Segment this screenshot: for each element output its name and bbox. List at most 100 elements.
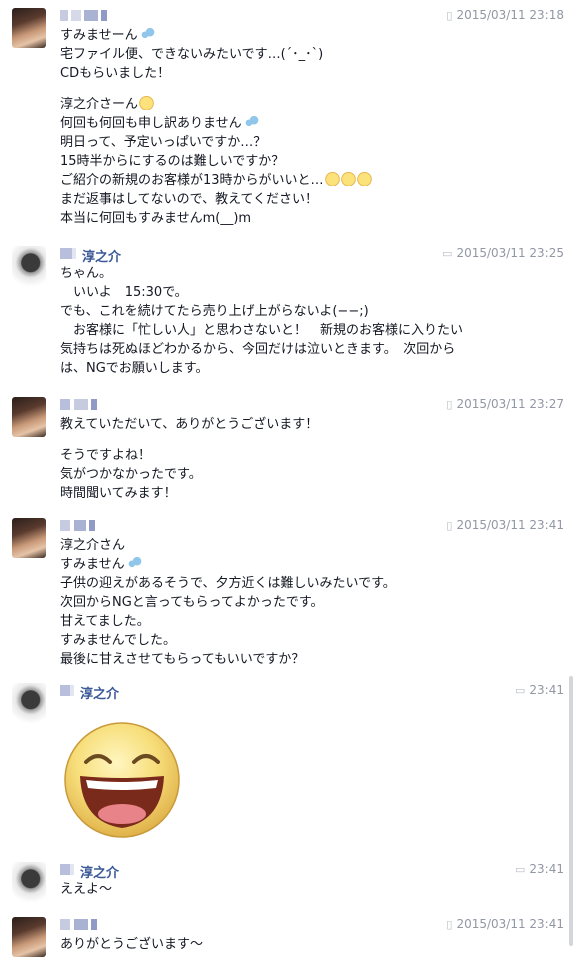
sweat-drops-emoji-icon — [138, 27, 156, 40]
blurred-name-block — [60, 864, 74, 875]
sender-name[interactable]: 淳之介 — [60, 683, 119, 702]
message-text: まだ返事はしてないので、教えてください！ — [60, 192, 319, 207]
blurred-name-block — [60, 919, 97, 930]
message-line: すみません — [60, 555, 565, 574]
message-text: 宅ファイル便、できないみたいです…(´･_･`) — [60, 47, 324, 62]
message-line: は、NGでお願いします。 — [60, 359, 565, 378]
message-line: 明日って、予定いっぱいですか…？ — [60, 133, 565, 152]
message-text: ちゃん。 — [60, 266, 113, 281]
message-line: 教えていただいて、ありがとうございます！ — [60, 415, 565, 434]
message-text: 次回からNGと言ってもらってよかったです。 — [60, 595, 324, 610]
laughing-face-sticker-icon — [64, 722, 180, 838]
mobile-phone-icon: ▯ — [446, 9, 453, 22]
message-text: 気がつかなかったです。 — [60, 467, 202, 482]
message-body: 教えていただいて、ありがとうございます！ そうですよね！ 気がつかなかったです。時間… — [60, 415, 565, 503]
message-text: そうですよね！ — [60, 448, 152, 463]
message-line: 淳之介さん — [60, 536, 565, 555]
timestamp-text: 23:41 — [529, 683, 564, 697]
sender-name[interactable]: 淳之介 — [60, 246, 121, 265]
message-body: すみませーん 宅ファイル便、できないみたいです…(´･_･`) CDもらいました！ 淳… — [60, 26, 565, 228]
avatar[interactable] — [12, 862, 46, 902]
message-text: 淳之介さん — [60, 538, 126, 553]
message-timestamp: ▭ 23:41 — [515, 862, 564, 876]
message-text: ええよ〜 — [60, 882, 113, 897]
sender-name[interactable] — [60, 397, 103, 413]
message-line: 甘えてました。 — [60, 612, 565, 631]
chat-bubble-icon: ▭ — [515, 684, 526, 697]
message-line: CDもらいました！ — [60, 64, 565, 83]
message-body: 淳之介さんすみません子供の迎えがあるそうで、夕方近くは難しいみたいです。次回から… — [60, 536, 565, 669]
message-line: 本当に何回もすみませんm(__)m — [60, 209, 565, 228]
message-line: すみませんでした。 — [60, 631, 565, 650]
message-line: ご紹介の新規のお客様が13時からがいいと… — [60, 171, 565, 190]
message-line: ちゃん。 — [60, 264, 565, 283]
avatar[interactable] — [12, 8, 46, 48]
message-timestamp: ▯ 2015/03/11 23:41 — [446, 518, 564, 532]
message-text: 甘えてました。 — [60, 614, 150, 629]
chat-bubble-icon: ▭ — [515, 863, 526, 876]
timestamp-text: 23:41 — [529, 862, 564, 876]
crying-face-emoji-icon — [340, 171, 356, 186]
blurred-name-block — [60, 685, 74, 696]
message-text: は、NGでお願いします。 — [60, 361, 209, 376]
message-line: 子供の迎えがあるそうで、夕方近くは難しいみたいです。 — [60, 574, 565, 593]
message-timestamp: ▭ 2015/03/11 23:25 — [442, 246, 564, 260]
message-text: すみませんでした。 — [60, 633, 176, 648]
mobile-phone-icon: ▯ — [446, 918, 453, 931]
sender-name[interactable] — [60, 917, 103, 933]
avatar[interactable] — [12, 397, 46, 437]
message-text: CDもらいました！ — [60, 66, 171, 81]
message-line: お客様に「忙しい人」と思わさないと！ 新規のお客様に入りたい — [60, 321, 565, 340]
sender-name-text[interactable]: 淳之介 — [80, 866, 119, 881]
avatar[interactable] — [12, 683, 46, 723]
message-timestamp: ▯ 2015/03/11 23:27 — [446, 397, 564, 411]
sender-name[interactable] — [60, 518, 101, 534]
message-line: 何回も何回も申し訳ありません — [60, 114, 565, 133]
avatar[interactable] — [12, 518, 46, 558]
chat-bubble-icon: ▭ — [442, 247, 453, 260]
sender-name-text[interactable]: 淳之介 — [82, 250, 121, 265]
timestamp-text: 2015/03/11 23:27 — [456, 397, 564, 411]
message-line: 次回からNGと言ってもらってよかったです。 — [60, 593, 565, 612]
message-body: ええよ〜 — [60, 880, 565, 899]
mobile-phone-icon: ▯ — [446, 519, 453, 532]
message-line: ええよ〜 — [60, 880, 565, 899]
message-text: ご紹介の新規のお客様が13時からがいいと… — [60, 173, 324, 188]
blurred-name-block — [60, 399, 97, 410]
sender-name[interactable] — [60, 8, 113, 24]
message-text: 教えていただいて、ありがとうございます！ — [60, 417, 319, 432]
timestamp-text: 2015/03/11 23:25 — [456, 246, 564, 260]
avatar[interactable] — [12, 917, 46, 957]
message-line: 時間聞いてみます！ — [60, 484, 565, 503]
sender-name[interactable]: 淳之介 — [60, 862, 119, 881]
sweat-drops-emoji-icon — [242, 115, 260, 128]
message-text: お客様に「忙しい人」と思わさないと！ 新規のお客様に入りたい — [60, 323, 464, 338]
message-line: そうですよね！ — [60, 446, 565, 465]
scrollbar[interactable] — [569, 676, 573, 946]
mobile-phone-icon: ▯ — [446, 398, 453, 411]
message-line: 淳之介さーん — [60, 95, 565, 114]
message-text: 気持ちは死ぬほどわかるから、今回だけは泣いときます。 次回から — [60, 342, 456, 357]
message-text: 15時半からにするのは難しいですか？ — [60, 154, 285, 169]
message-body: ありがとうございます〜 — [60, 935, 565, 954]
crying-face-emoji-icon — [324, 171, 340, 186]
avatar[interactable] — [12, 246, 46, 286]
message-timestamp: ▯ 2015/03/11 23:41 — [446, 917, 564, 931]
timestamp-text: 2015/03/11 23:41 — [456, 917, 564, 931]
message-text: 何回も何回も申し訳ありません — [60, 116, 242, 131]
message-text: いいよ 15:30で。 — [60, 285, 188, 300]
message-text: でも、これを続けてたら売り上げ上がらないよ(−−;) — [60, 304, 369, 319]
message-timestamp: ▭ 23:41 — [515, 683, 564, 697]
message-text: 淳之介さーん — [60, 97, 139, 112]
message-line: 最後に甘えさせてもらってもいいですか？ — [60, 650, 565, 669]
message-body: ちゃん。 いいよ 15:30で。でも、これを続けてたら売り上げ上がらないよ(−−… — [60, 264, 565, 378]
message-text: 本当に何回もすみませんm(__)m — [60, 211, 252, 226]
timestamp-text: 2015/03/11 23:18 — [456, 8, 564, 22]
message-text: すみません — [60, 557, 125, 572]
message-line: 15時半からにするのは難しいですか？ — [60, 152, 565, 171]
sender-name-text[interactable]: 淳之介 — [80, 687, 119, 702]
message-text: 明日って、予定いっぱいですか…？ — [60, 135, 267, 150]
blurred-name-block — [60, 248, 76, 259]
message-line: 気がつかなかったです。 — [60, 465, 565, 484]
